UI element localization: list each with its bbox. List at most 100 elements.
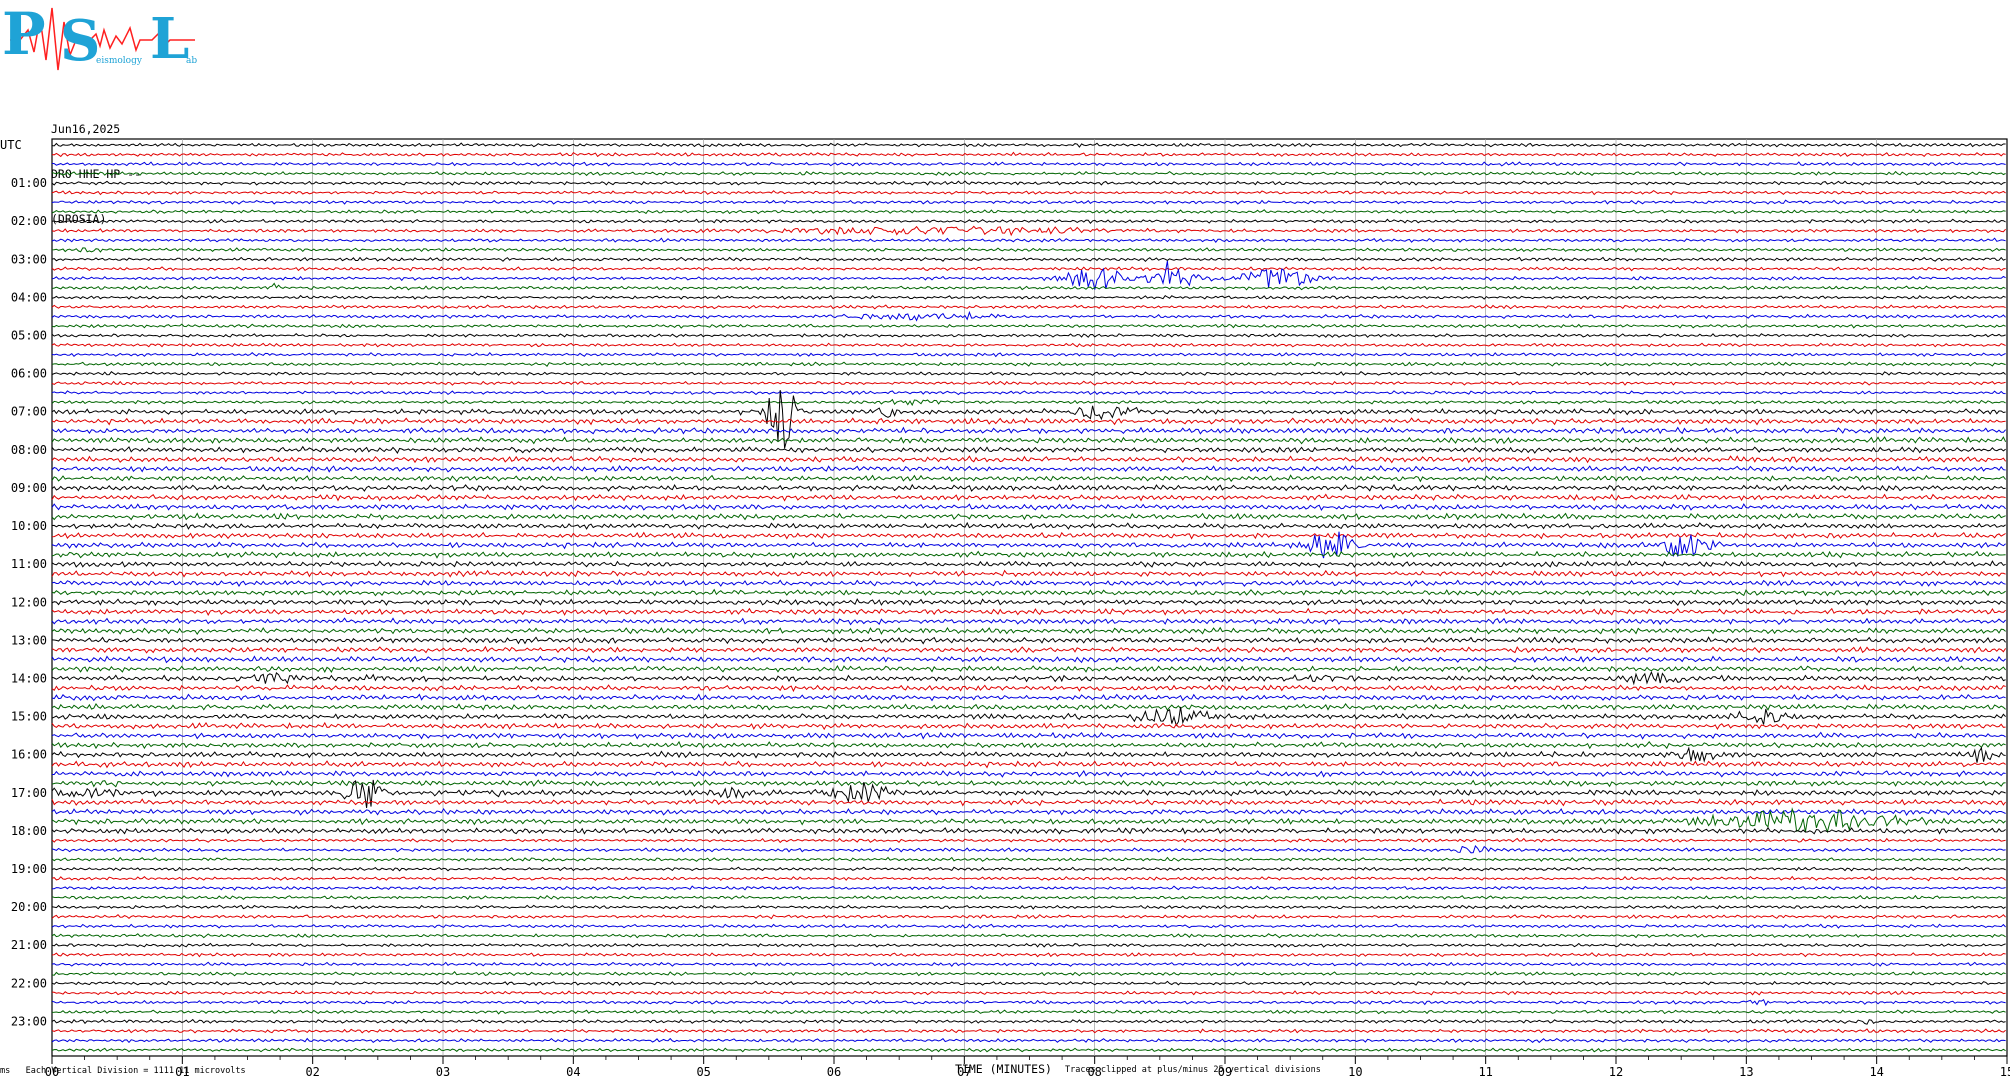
seismic-trace xyxy=(51,503,2006,512)
left-hour-label: 18:00 xyxy=(11,824,47,838)
seismic-trace xyxy=(51,445,2006,454)
left-hour-label: 11:00 xyxy=(11,557,47,571)
seismic-trace xyxy=(51,826,2006,835)
seismic-trace xyxy=(51,380,2006,386)
seismic-trace xyxy=(51,942,2006,948)
left-axis-title: UTC xyxy=(0,138,22,152)
seismic-trace xyxy=(51,180,2006,186)
seismic-trace xyxy=(51,390,2006,449)
seismic-trace xyxy=(51,512,2006,521)
seismic-trace xyxy=(51,670,2006,686)
seismic-trace xyxy=(51,998,2006,1007)
seismic-trace xyxy=(51,894,2006,901)
seismic-trace xyxy=(51,740,2006,750)
seismic-trace xyxy=(51,550,2006,559)
seismic-trace xyxy=(51,875,2006,882)
left-hour-label: 21:00 xyxy=(11,938,47,952)
left-hour-label: 07:00 xyxy=(11,405,47,419)
x-tick-label: 05 xyxy=(696,1065,710,1079)
left-hour-label: 13:00 xyxy=(11,633,47,647)
seismic-trace xyxy=(51,913,2006,920)
left-hour-label: 02:00 xyxy=(11,214,47,228)
seismic-trace xyxy=(51,559,2006,569)
seismic-trace xyxy=(51,664,2006,673)
x-tick-label: 04 xyxy=(566,1065,580,1079)
seismic-trace xyxy=(51,1037,2006,1044)
seismic-trace xyxy=(51,1018,2006,1025)
seismic-trace xyxy=(51,464,2006,473)
seismic-trace xyxy=(51,1047,2006,1053)
seismic-trace xyxy=(51,923,2006,929)
seismic-trace xyxy=(51,189,2006,196)
seismic-trace xyxy=(51,455,2007,464)
seismic-trace xyxy=(51,706,2006,727)
seismic-trace xyxy=(51,225,2006,237)
seismic-trace xyxy=(51,971,2006,977)
seismic-trace xyxy=(51,333,2006,338)
seismic-trace xyxy=(51,731,2006,740)
seismic-trace xyxy=(51,636,2006,645)
seismic-trace xyxy=(51,426,2006,435)
seismic-trace xyxy=(51,266,2006,272)
left-hour-label: 15:00 xyxy=(11,710,47,724)
left-hour-label: 04:00 xyxy=(11,290,47,304)
seismic-trace xyxy=(51,760,2006,769)
x-tick-label: 10 xyxy=(1348,1065,1362,1079)
seismic-trace xyxy=(51,417,2006,426)
seismic-trace xyxy=(51,617,2006,626)
seismic-trace xyxy=(51,866,2006,872)
seismic-trace xyxy=(51,310,2006,322)
seismic-trace xyxy=(51,342,2006,348)
seismic-trace xyxy=(51,693,2006,702)
plot-frame xyxy=(51,138,2008,1057)
left-hour-label: 08:00 xyxy=(11,443,47,457)
x-tick-label: 03 xyxy=(436,1065,450,1079)
seismic-trace xyxy=(51,980,2006,986)
corner-mark: ms xyxy=(0,1066,11,1076)
seismic-trace xyxy=(51,607,2006,616)
seismic-trace xyxy=(51,237,2006,244)
seismic-trace xyxy=(51,436,2007,445)
vertical-division-note: Each Vertical Division = 1111.11 microvo… xyxy=(25,1066,246,1076)
helicorder-plot: 00010203040506070809101112131415UTCUTC01… xyxy=(0,138,2010,1079)
seismic-trace xyxy=(51,371,2006,377)
seismic-trace xyxy=(51,398,2006,407)
seismic-trace xyxy=(51,474,2006,483)
seismic-trace xyxy=(51,856,2006,862)
seismic-trace xyxy=(51,323,2006,329)
seismic-trace xyxy=(51,588,2006,597)
left-hour-label: 05:00 xyxy=(11,329,47,343)
seismic-trace xyxy=(51,161,2006,167)
seismic-trace xyxy=(51,684,2006,693)
seismic-trace xyxy=(51,578,2006,587)
seismic-trace xyxy=(51,598,2006,607)
seismic-trace xyxy=(51,209,2006,215)
x-tick-label: 12 xyxy=(1609,1065,1623,1079)
seismic-trace xyxy=(51,569,2006,578)
seismic-trace xyxy=(51,807,2006,834)
seismic-trace xyxy=(51,493,2006,502)
left-hour-label: 22:00 xyxy=(11,976,47,990)
seismic-trace xyxy=(51,151,2006,158)
x-tick-label: 13 xyxy=(1739,1065,1753,1079)
seismic-trace xyxy=(51,352,2006,358)
seismic-trace xyxy=(51,361,2006,367)
seismic-trace xyxy=(51,904,2006,910)
left-hour-label: 06:00 xyxy=(11,367,47,381)
seismic-trace xyxy=(51,746,2006,763)
x-tick-label: 11 xyxy=(1478,1065,1492,1079)
seismic-trace xyxy=(51,645,2007,654)
left-hour-label: 20:00 xyxy=(11,900,47,914)
x-axis-title: TIME (MINUTES) xyxy=(955,1062,1052,1076)
seismic-trace xyxy=(51,721,2006,731)
seismic-trace xyxy=(51,531,2006,540)
left-hour-label: 12:00 xyxy=(11,595,47,609)
left-hour-label: 09:00 xyxy=(11,481,47,495)
seismic-trace xyxy=(51,142,2006,148)
left-hour-label: 03:00 xyxy=(11,252,47,266)
seismic-trace xyxy=(51,256,2006,263)
seismic-trace xyxy=(51,845,2006,854)
seismic-trace xyxy=(51,390,2006,396)
seismic-trace xyxy=(52,770,2006,778)
x-tick-label: 06 xyxy=(827,1065,841,1079)
